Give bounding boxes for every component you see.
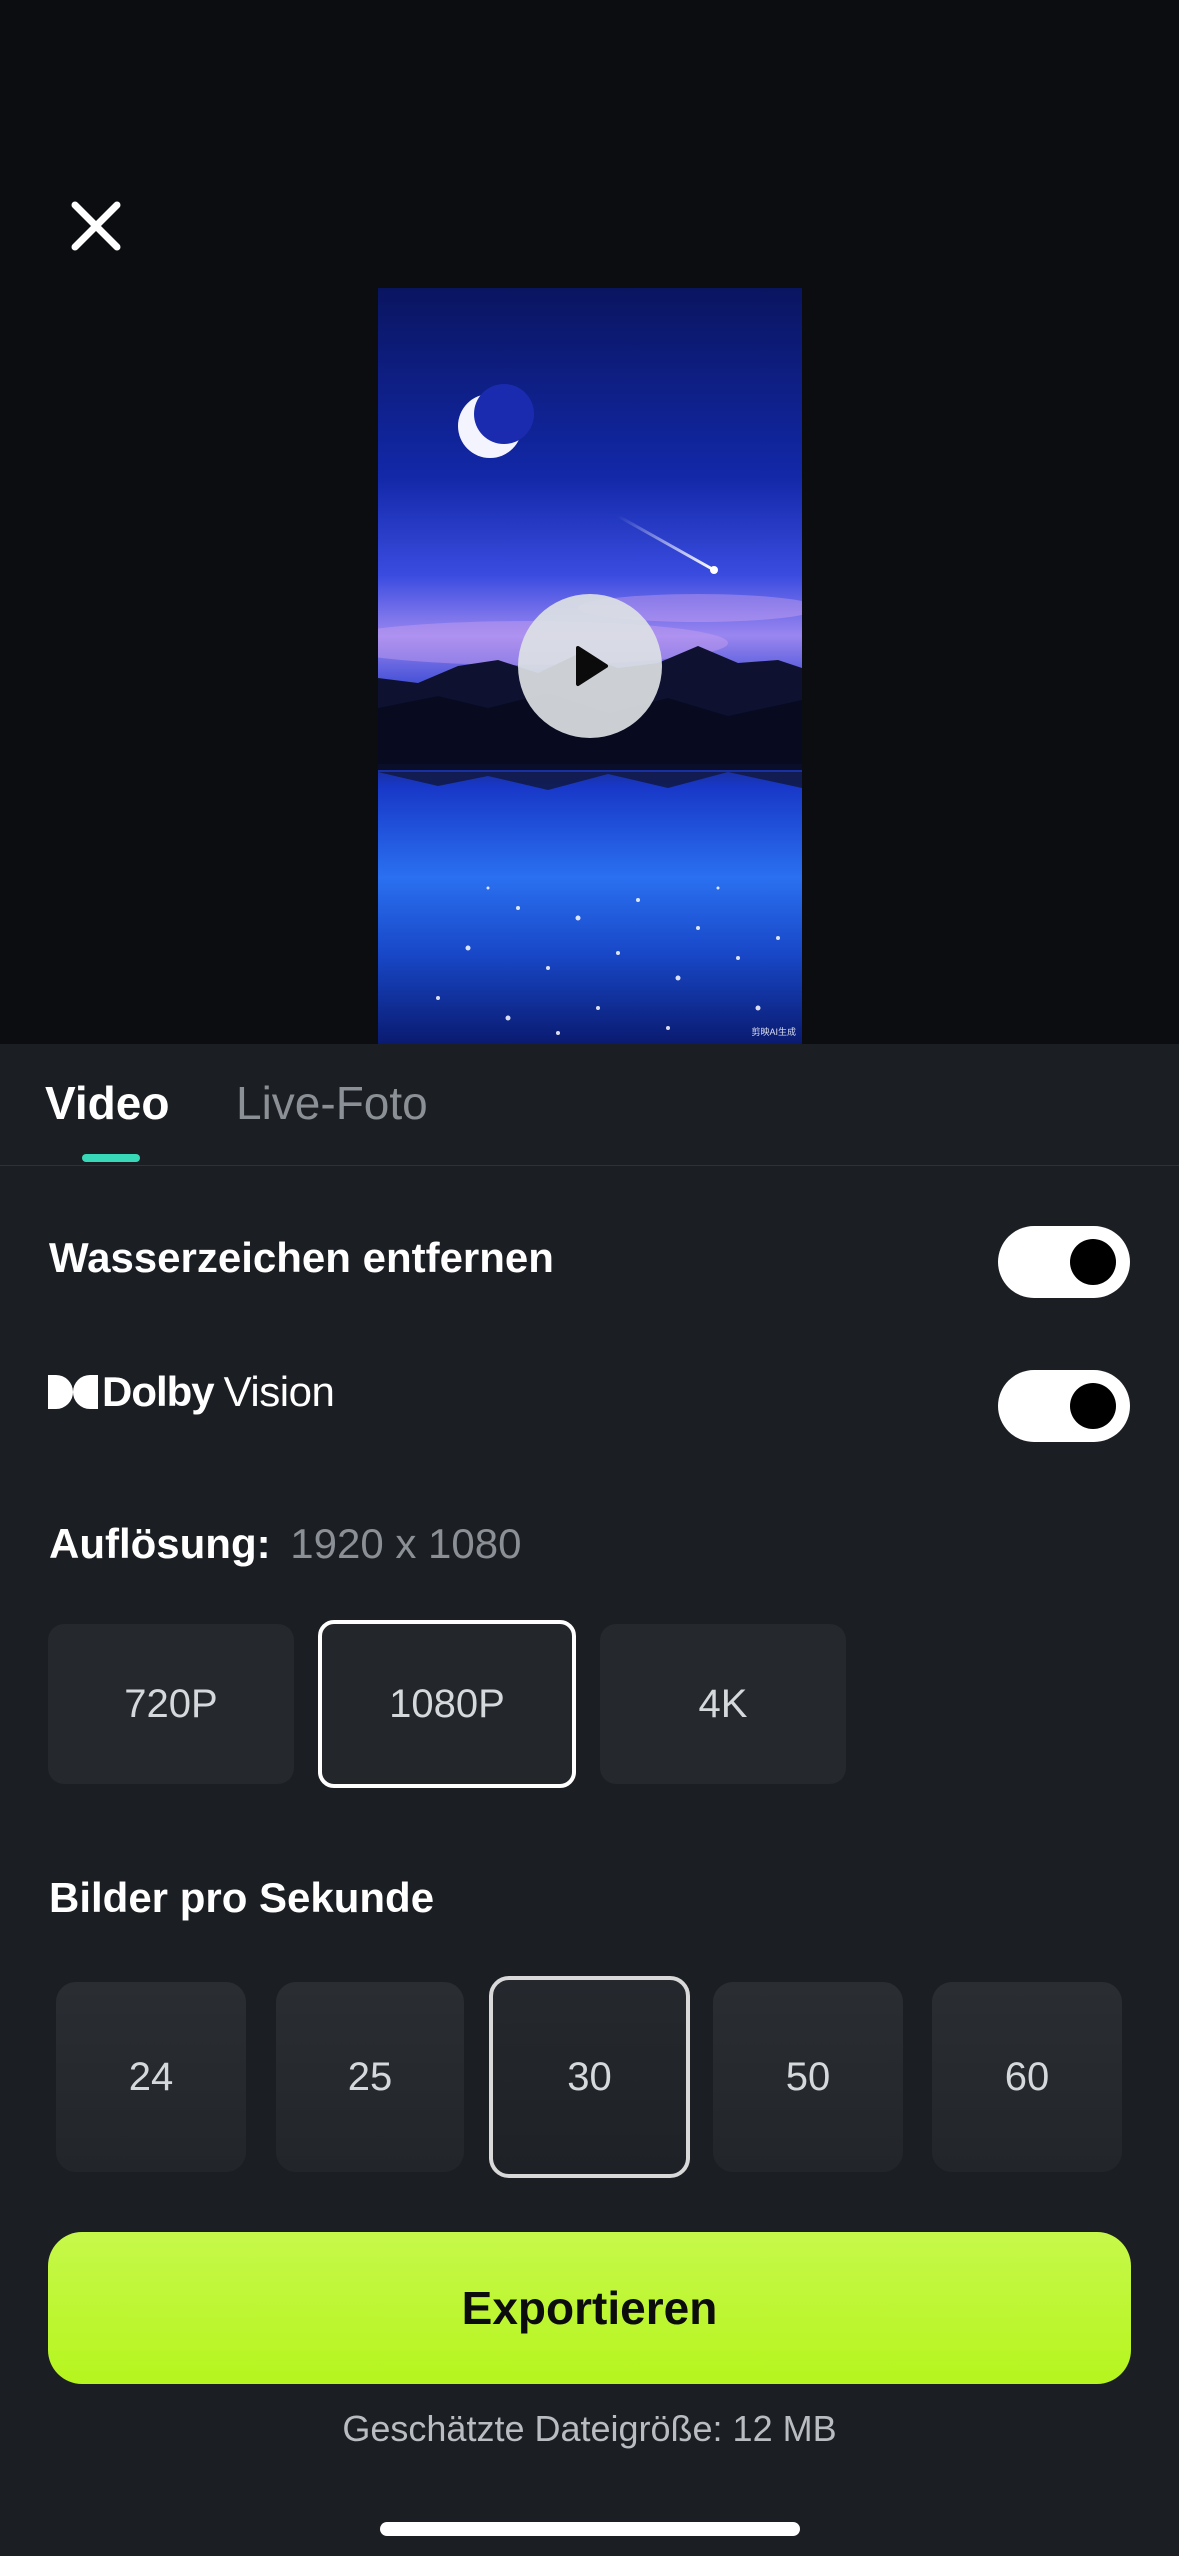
resolution-heading: Auflösung: 1920 x 1080 [49,1520,522,1568]
fps-option-60[interactable]: 60 [932,1982,1122,2172]
play-icon [576,646,608,686]
fps-label: Bilder pro Sekunde [49,1874,435,1921]
active-tab-indicator [82,1154,140,1162]
play-button[interactable] [518,594,662,738]
resolution-option-4k[interactable]: 4K [600,1624,846,1784]
fps-option-25[interactable]: 25 [276,1982,464,2172]
close-icon [71,201,121,251]
preview-watermark: 剪映AI生成 [751,1027,796,1037]
remove-watermark-label: Wasserzeichen entfernen [49,1234,554,1281]
dolby-brand: Dolby [102,1368,215,1415]
estimated-filesize: Geschätzte Dateigröße: 12 MB [342,2408,837,2449]
dolby-vision-logo: Dolby Vision [48,1364,335,1420]
resolution-option-720p[interactable]: 720P [48,1624,294,1784]
video-preview[interactable]: 剪映AI生成 [378,288,802,1044]
toggle-knob [1070,1239,1116,1285]
tab-live-foto[interactable]: Live-Foto [236,1076,428,1130]
home-indicator[interactable] [380,2522,800,2536]
resolution-value: 1920 x 1080 [290,1520,522,1567]
fps-option-24[interactable]: 24 [56,1982,246,2172]
resolution-label: Auflösung: [49,1520,271,1567]
export-button[interactable]: Exportieren [48,2232,1131,2384]
resolution-option-1080p[interactable]: 1080P [318,1620,576,1788]
fps-option-30[interactable]: 30 [489,1976,690,2178]
remove-watermark-toggle[interactable] [998,1226,1130,1298]
preview-area: 剪映AI生成 [0,0,1179,1044]
tab-video[interactable]: Video [45,1076,169,1130]
export-settings-sheet: Video Live-Foto Wasserzeichen entfernen … [0,1044,1179,2556]
toggle-knob [1070,1383,1116,1429]
dolby-double-d-icon [48,1375,98,1409]
dolby-vision-label: Vision [223,1368,335,1415]
tab-bar: Video Live-Foto [0,1044,1179,1166]
fps-option-50[interactable]: 50 [713,1982,903,2172]
dolby-vision-toggle[interactable] [998,1370,1130,1442]
close-button[interactable] [60,190,132,262]
